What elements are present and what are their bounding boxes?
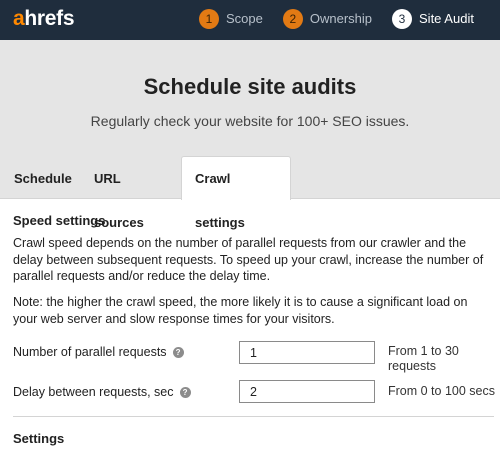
page-title: Schedule site audits [143, 74, 357, 99]
help-icon[interactable]: ? [179, 386, 191, 398]
divider [13, 416, 494, 417]
field-label: Number of parallel requests [13, 345, 167, 359]
step-site-audit[interactable]: 3 Site Audit [392, 9, 474, 29]
tab-crawl-settings[interactable]: Crawl settings [181, 156, 291, 230]
help-icon[interactable]: ? [172, 346, 184, 358]
step-ownership[interactable]: 2 Ownership [282, 9, 373, 29]
step-label: Scope [226, 11, 263, 26]
speed-settings-heading: Speed settings [13, 213, 106, 228]
parallel-requests-input[interactable] [239, 341, 375, 364]
tab-url-sources[interactable]: URL sources [80, 156, 181, 230]
delay-hint: From 0 to 100 secs [388, 384, 495, 398]
wizard-steps: 1 Scope 2 Ownership 3 Site Audit [199, 9, 474, 29]
ahrefs-logo[interactable]: ahrefs [13, 7, 75, 31]
step-scope[interactable]: 1 Scope [199, 9, 263, 29]
parallel-requests-label: Number of parallel requests ? [13, 344, 184, 360]
speed-settings-note: Note: the higher the crawl speed, the mo… [13, 295, 468, 326]
logo-text: hrefs [24, 7, 75, 30]
delay-input[interactable] [239, 380, 375, 403]
settings-heading: Settings [13, 431, 65, 446]
step-number-badge: 1 [199, 9, 219, 29]
tab-schedule[interactable]: Schedule [0, 156, 80, 200]
step-label: Site Audit [419, 11, 474, 26]
settings-tabs: Schedule URL sources Crawl settings [0, 156, 291, 230]
field-label: Delay between requests, sec [13, 385, 174, 399]
delay-label: Delay between requests, sec ? [13, 384, 191, 400]
step-number-badge: 3 [392, 9, 413, 29]
logo-letter-a: a [13, 7, 25, 30]
page-subtitle: Regularly check your website for 100+ SE… [90, 113, 410, 129]
parallel-requests-hint: From 1 to 30 requests [388, 344, 459, 373]
step-number-badge: 2 [282, 9, 303, 29]
speed-settings-description: Crawl speed depends on the number of par… [13, 236, 484, 283]
top-navigation-bar: ahrefs 1 Scope 2 Ownership 3 Site Audit [0, 0, 500, 40]
step-label: Ownership [309, 11, 373, 26]
